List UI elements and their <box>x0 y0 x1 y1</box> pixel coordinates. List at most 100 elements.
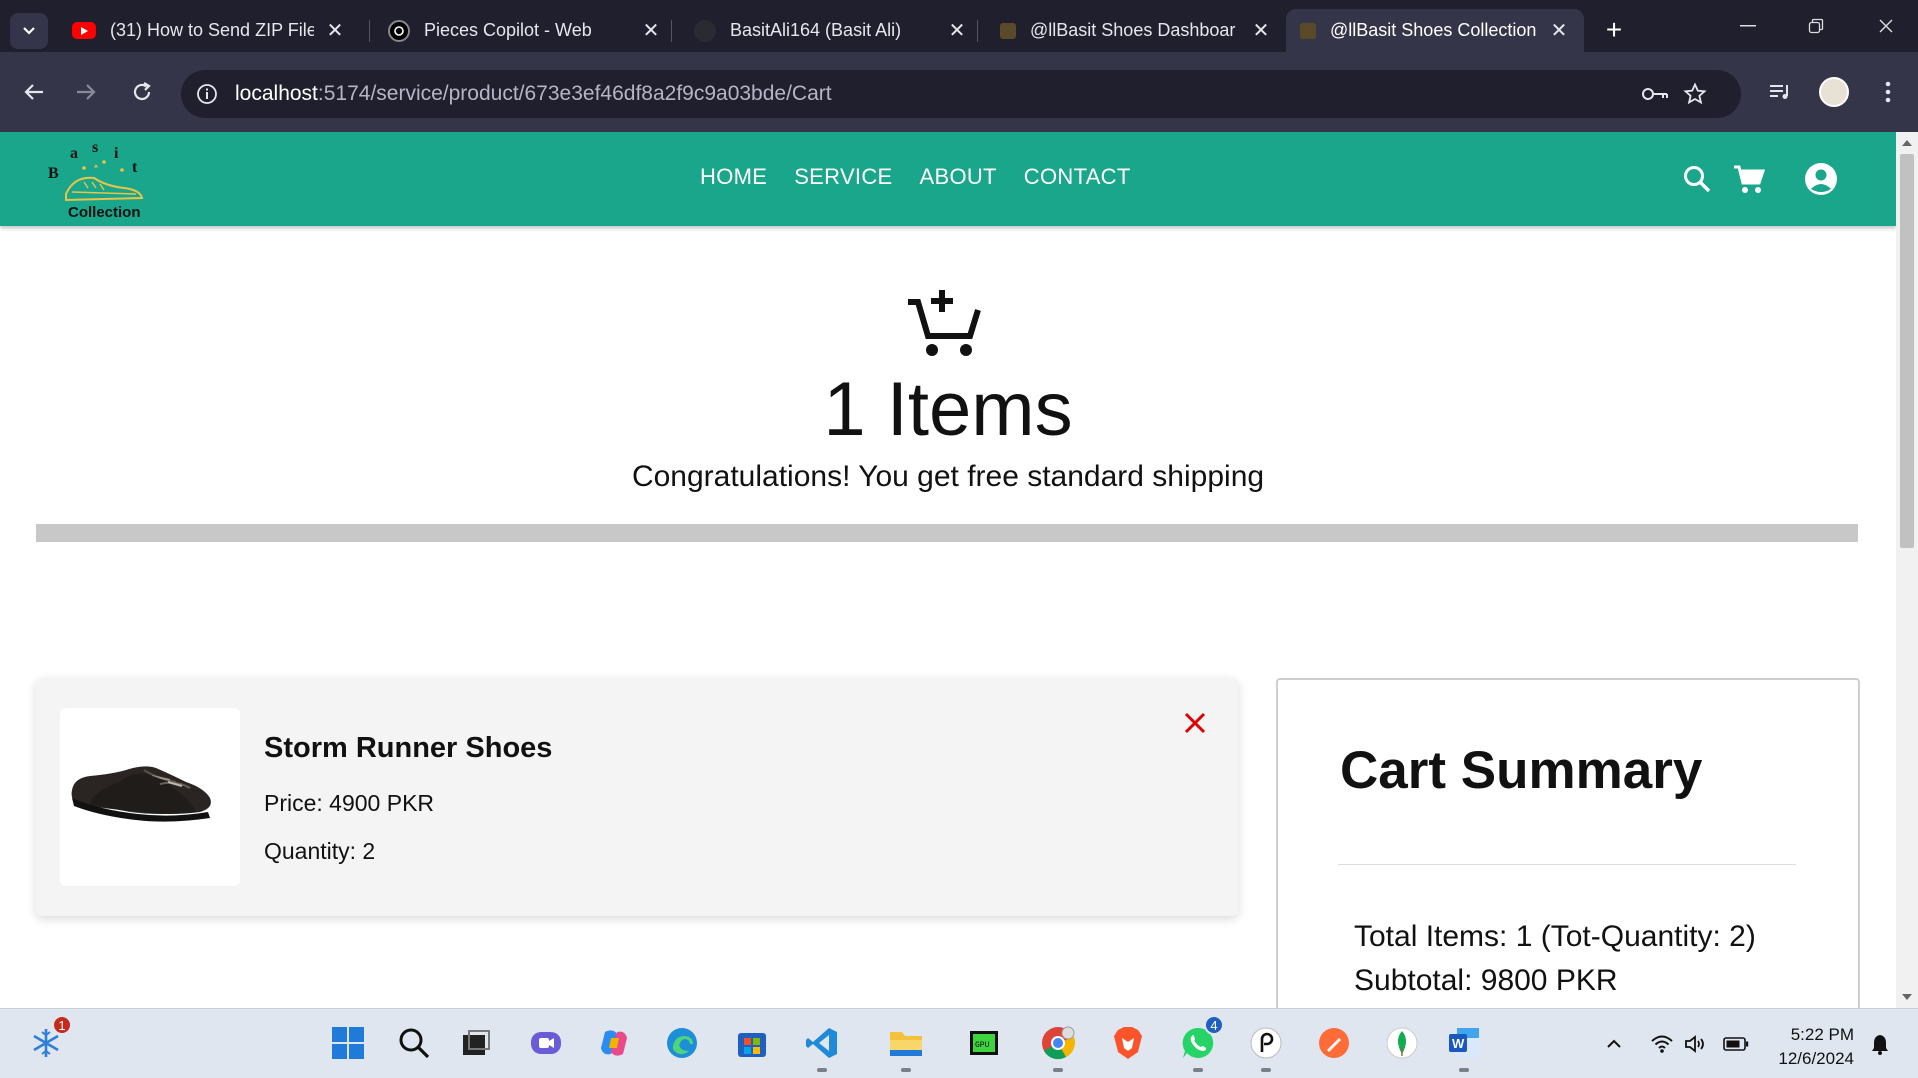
nav-contact[interactable]: CONTACT <box>1024 164 1131 190</box>
word-icon: W <box>1449 1028 1479 1058</box>
back-button[interactable] <box>16 74 52 110</box>
site-info-icon[interactable] <box>195 82 219 106</box>
cart-button[interactable] <box>1730 160 1768 198</box>
summary-subtotal: Subtotal: 9800 PKR <box>1354 964 1618 997</box>
caret-up-icon <box>1902 140 1912 146</box>
address-bar[interactable]: localhost:5174/service/product/673e3ef46… <box>181 70 1741 118</box>
shoe-favicon <box>1000 22 1016 39</box>
tab-close-icon[interactable]: ✕ <box>640 20 662 42</box>
taskbar-store[interactable] <box>730 1021 774 1065</box>
profile-button[interactable] <box>1818 76 1850 108</box>
tab-close-icon[interactable]: ✕ <box>1250 20 1272 42</box>
pieces-icon <box>388 19 410 42</box>
folder-icon <box>890 1032 922 1056</box>
windows-icon <box>332 1027 364 1059</box>
minimize-button[interactable] <box>1728 10 1768 42</box>
tab-close-icon[interactable]: ✕ <box>1548 20 1570 42</box>
taskbar-chrome[interactable] <box>1036 1021 1080 1072</box>
scroll-up-button[interactable] <box>1896 132 1918 154</box>
wifi-status[interactable] <box>1648 1031 1676 1057</box>
scrollbar-thumb[interactable] <box>1900 154 1914 548</box>
taskbar-vscode[interactable] <box>800 1021 844 1072</box>
tab-close-icon[interactable]: ✕ <box>946 20 968 42</box>
tab-pieces[interactable]: Pieces Copilot - Web ✕ <box>374 9 676 52</box>
github-icon <box>694 19 716 42</box>
taskbar-brave[interactable] <box>1106 1021 1150 1065</box>
close-window-button[interactable] <box>1866 10 1906 42</box>
bookmark-star-icon[interactable] <box>1681 82 1709 106</box>
store-icon <box>738 1033 766 1057</box>
bell-icon <box>1872 1035 1888 1055</box>
tab-dashboard[interactable]: @llBasit Shoes Dashboar ✕ <box>986 9 1286 52</box>
product-name: Storm Runner Shoes <box>264 732 553 764</box>
teams-meet-icon <box>531 1032 561 1054</box>
browser-menu-button[interactable] <box>1872 76 1904 108</box>
show-hidden-icons-button[interactable] <box>1600 1031 1628 1057</box>
mongodb-leaf-icon <box>1386 1027 1418 1059</box>
nav-service[interactable]: SERVICE <box>794 164 892 190</box>
product-image <box>60 708 240 886</box>
restore-button[interactable] <box>1796 10 1836 42</box>
taskbar-copilot[interactable] <box>592 1021 636 1065</box>
logo-text: Collection <box>68 204 141 221</box>
battery-status[interactable] <box>1722 1031 1750 1057</box>
running-indicator <box>1193 1068 1203 1072</box>
wifi-icon <box>1651 1035 1673 1053</box>
close-icon <box>1879 19 1893 33</box>
tab-close-icon[interactable]: ✕ <box>324 20 346 42</box>
nav-home[interactable]: HOME <box>700 164 767 190</box>
caret-down-icon <box>1902 994 1912 1000</box>
remove-item-button[interactable] <box>1180 708 1210 738</box>
taskbar-file-explorer[interactable] <box>884 1021 928 1072</box>
tab-shoes-collection[interactable]: @llBasit Shoes Collection ✕ <box>1286 9 1584 52</box>
reload-button[interactable] <box>124 74 160 110</box>
taskbar-clock[interactable]: 5:22 PM 12/6/2024 <box>1762 1023 1854 1071</box>
pieces-icon <box>1250 1027 1282 1059</box>
logo-letter: B <box>48 165 59 182</box>
tab-youtube[interactable]: (31) How to Send ZIP File ✕ <box>58 9 360 52</box>
url-path: :5174/service/product/673e3ef46df8a2f9c9… <box>317 82 832 105</box>
media-control-button[interactable] <box>1764 76 1796 108</box>
tab-search-button[interactable] <box>10 13 48 49</box>
taskbar-gpu-z[interactable]: GPU <box>962 1021 1006 1065</box>
more-vertical-icon <box>1885 81 1891 103</box>
account-button[interactable] <box>1802 160 1840 198</box>
taskbar-postman[interactable] <box>1312 1021 1356 1065</box>
weather-widget[interactable]: 1 <box>24 1015 72 1065</box>
playlist-icon <box>1770 85 1788 99</box>
taskbar-mongodb[interactable] <box>1380 1021 1424 1065</box>
taskbar-teams[interactable] <box>524 1021 568 1065</box>
vscode-icon <box>806 1028 837 1058</box>
shipping-progress-bar <box>36 524 1858 542</box>
scroll-down-button[interactable] <box>1896 986 1918 1008</box>
running-indicator <box>1053 1068 1063 1072</box>
taskbar-whatsapp[interactable]: 4 <box>1176 1015 1224 1072</box>
page-scrollbar[interactable] <box>1896 132 1918 1008</box>
running-indicator <box>817 1068 827 1072</box>
task-view-icon <box>463 1030 490 1055</box>
shipping-progress-fill <box>36 524 1858 542</box>
taskbar-edge[interactable] <box>660 1021 704 1065</box>
cart-item-card: Storm Runner Shoes Price: 4900 PKR Quant… <box>36 678 1238 916</box>
tab-github[interactable]: BasitAli164 (Basit Ali) ✕ <box>680 9 982 52</box>
taskbar-search[interactable] <box>392 1021 436 1065</box>
taskbar-word[interactable]: W <box>1442 1021 1486 1072</box>
notifications-button[interactable] <box>1866 1031 1894 1057</box>
nav-about[interactable]: ABOUT <box>920 164 997 190</box>
svg-text:GPU: GPU <box>975 1041 990 1050</box>
product-quantity: Quantity: 2 <box>264 838 376 864</box>
start-button[interactable] <box>326 1021 370 1065</box>
volume-control[interactable] <box>1682 1031 1710 1057</box>
restore-icon <box>1808 18 1824 34</box>
password-key-icon[interactable] <box>1641 82 1669 106</box>
running-indicator <box>1261 1068 1271 1072</box>
site-logo[interactable]: B a s i t Collection <box>44 138 164 221</box>
taskbar-pieces[interactable] <box>1244 1021 1288 1072</box>
forward-button[interactable] <box>68 74 104 110</box>
account-circle-icon <box>1805 163 1837 195</box>
search-button[interactable] <box>1678 160 1716 198</box>
arrow-right-icon <box>77 84 96 100</box>
task-view-button[interactable] <box>454 1021 498 1065</box>
svg-text:W: W <box>1452 1036 1465 1051</box>
new-tab-button[interactable]: + <box>1598 14 1630 46</box>
